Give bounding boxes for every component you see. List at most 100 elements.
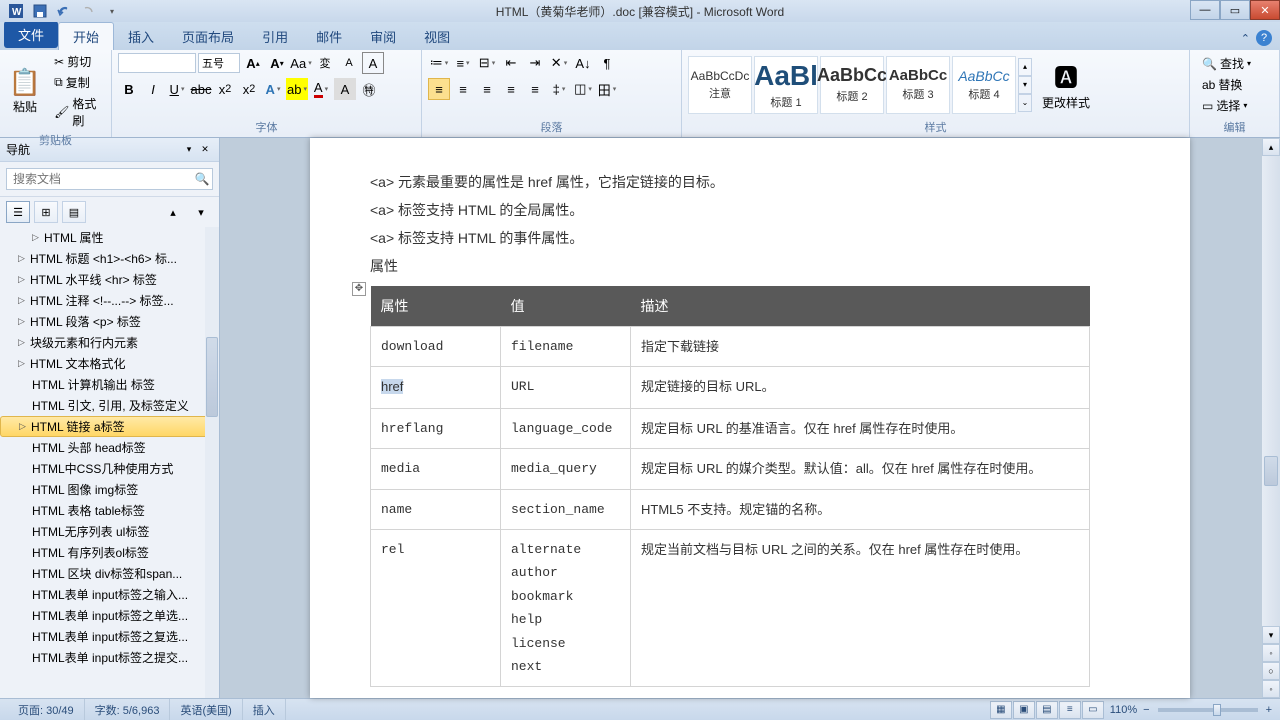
cut-button[interactable]: ✂剪切: [52, 52, 105, 71]
format-painter-button[interactable]: 🖌格式刷: [52, 94, 105, 130]
zoom-out-button[interactable]: −: [1143, 704, 1149, 716]
nav-item[interactable]: HTML 引文, 引用, 及标签定义: [0, 395, 219, 416]
font-color-button[interactable]: A: [310, 78, 332, 100]
style-item-3[interactable]: AaBbCc标题 3: [886, 56, 950, 114]
align-left-button[interactable]: ≡: [428, 78, 450, 100]
nav-item[interactable]: HTML表单 input标签之提交...: [0, 647, 219, 668]
status-words[interactable]: 字数: 5/6,963: [85, 699, 171, 720]
doc-scroll-thumb[interactable]: [1264, 456, 1278, 486]
tab-review[interactable]: 审阅: [356, 23, 410, 50]
minimize-ribbon-icon[interactable]: ⌃: [1241, 32, 1250, 45]
zoom-slider[interactable]: [1158, 708, 1258, 712]
minimize-button[interactable]: —: [1190, 0, 1220, 20]
clear-format-button[interactable]: A: [338, 52, 360, 74]
tab-file[interactable]: 文件: [4, 21, 58, 48]
nav-tab-pages[interactable]: ⊞: [34, 201, 58, 223]
change-case-button[interactable]: Aa: [290, 52, 312, 74]
nav-item[interactable]: ▷HTML 水平线 <hr> 标签: [0, 269, 219, 290]
find-button[interactable]: 🔍查找▾: [1200, 54, 1253, 73]
status-mode[interactable]: 插入: [243, 699, 286, 720]
nav-next-icon[interactable]: ▾: [189, 201, 213, 223]
text-direction-button[interactable]: ✕: [548, 52, 570, 74]
nav-item[interactable]: ▷HTML 文本格式化: [0, 353, 219, 374]
view-print-layout[interactable]: ▦: [990, 701, 1012, 719]
view-full-reading[interactable]: ▣: [1013, 701, 1035, 719]
show-marks-button[interactable]: ¶: [596, 52, 618, 74]
next-page-icon[interactable]: ◦: [1262, 680, 1280, 698]
search-icon[interactable]: 🔍: [192, 172, 212, 186]
superscript-button[interactable]: x2: [238, 78, 260, 100]
enclosed-char-button[interactable]: ㊕: [358, 78, 380, 100]
font-size-combo[interactable]: [198, 53, 240, 73]
change-styles-button[interactable]: 🅰 更改样式: [1042, 58, 1090, 111]
nav-item[interactable]: HTML表单 input标签之单选...: [0, 605, 219, 626]
decrease-indent-button[interactable]: ⇤: [500, 52, 522, 74]
replace-button[interactable]: ab替换: [1200, 75, 1253, 94]
close-button[interactable]: ✕: [1250, 0, 1280, 20]
shrink-font-button[interactable]: A▾: [266, 52, 288, 74]
style-item-2[interactable]: AaBbCc标题 2: [820, 56, 884, 114]
bold-button[interactable]: B: [118, 78, 140, 100]
char-shading-button[interactable]: A: [334, 78, 356, 100]
status-page[interactable]: 页面: 30/49: [8, 699, 85, 720]
nav-item[interactable]: ▷HTML 属性: [0, 227, 219, 248]
shading-button[interactable]: ◫: [572, 78, 594, 100]
nav-item[interactable]: HTML 有序列表ol标签: [0, 542, 219, 563]
copy-button[interactable]: ⧉复制: [52, 73, 105, 92]
nav-item[interactable]: HTML无序列表 ul标签: [0, 521, 219, 542]
italic-button[interactable]: I: [142, 78, 164, 100]
nav-item[interactable]: HTML表单 input标签之复选...: [0, 626, 219, 647]
status-language[interactable]: 英语(美国): [170, 699, 242, 720]
nav-tab-headings[interactable]: ☰: [6, 201, 30, 223]
nav-item[interactable]: HTML表单 input标签之输入...: [0, 584, 219, 605]
zoom-level[interactable]: 110%: [1110, 704, 1137, 716]
nav-search-input[interactable]: [7, 172, 192, 186]
sort-button[interactable]: A↓: [572, 52, 594, 74]
gallery-more-icon[interactable]: ⌄: [1018, 94, 1032, 112]
zoom-in-button[interactable]: +: [1266, 704, 1272, 716]
style-gallery[interactable]: AaBbCcDc注意 AaBl标题 1 AaBbCc标题 2 AaBbCc标题 …: [688, 56, 1032, 114]
nav-item[interactable]: HTML 计算机输出 标签: [0, 374, 219, 395]
highlight-button[interactable]: ab: [286, 78, 308, 100]
align-right-button[interactable]: ≡: [476, 78, 498, 100]
nav-scroll-thumb[interactable]: [206, 337, 218, 417]
gallery-up-icon[interactable]: ▴: [1018, 58, 1032, 76]
numbering-button[interactable]: ≡: [452, 52, 474, 74]
redo-icon[interactable]: [78, 2, 98, 20]
page[interactable]: <a> 元素最重要的属性是 href 属性，它指定链接的目标。 <a> 标签支持…: [310, 138, 1190, 698]
nav-search-box[interactable]: 🔍: [6, 168, 213, 190]
scroll-down-icon[interactable]: ▾: [1262, 626, 1280, 644]
prev-page-icon[interactable]: ◦: [1262, 644, 1280, 662]
tab-view[interactable]: 视图: [410, 23, 464, 50]
font-name-combo[interactable]: [118, 53, 196, 73]
align-center-button[interactable]: ≡: [452, 78, 474, 100]
tab-home[interactable]: 开始: [58, 22, 114, 50]
nav-item[interactable]: HTML 头部 head标签: [0, 437, 219, 458]
nav-item[interactable]: ▷HTML 标题 <h1>-<h6> 标...: [0, 248, 219, 269]
style-item-0[interactable]: AaBbCcDc注意: [688, 56, 752, 114]
text-effects-button[interactable]: A: [262, 78, 284, 100]
line-spacing-button[interactable]: ‡: [548, 78, 570, 100]
char-border-button[interactable]: A: [362, 52, 384, 74]
distributed-button[interactable]: ≡: [524, 78, 546, 100]
view-web-layout[interactable]: ▤: [1036, 701, 1058, 719]
table-move-handle[interactable]: ✥: [352, 282, 366, 296]
maximize-button[interactable]: ▭: [1220, 0, 1250, 20]
nav-item[interactable]: HTML 表格 table标签: [0, 500, 219, 521]
nav-prev-icon[interactable]: ▴: [161, 201, 185, 223]
tab-mail[interactable]: 邮件: [302, 23, 356, 50]
increase-indent-button[interactable]: ⇥: [524, 52, 546, 74]
strikethrough-button[interactable]: abc: [190, 78, 212, 100]
paste-button[interactable]: 📋 粘贴: [6, 67, 44, 115]
nav-item[interactable]: ▷块级元素和行内元素: [0, 332, 219, 353]
style-item-4[interactable]: AaBbCc标题 4: [952, 56, 1016, 114]
justify-button[interactable]: ≡: [500, 78, 522, 100]
view-outline[interactable]: ≡: [1059, 701, 1081, 719]
nav-item[interactable]: ▷HTML 段落 <p> 标签: [0, 311, 219, 332]
undo-icon[interactable]: [54, 2, 74, 20]
view-draft[interactable]: ▭: [1082, 701, 1104, 719]
bullets-button[interactable]: ≔: [428, 52, 450, 74]
nav-item[interactable]: ▷HTML 注释 <!--...--> 标签...: [0, 290, 219, 311]
nav-scrollbar[interactable]: [205, 227, 219, 698]
tab-references[interactable]: 引用: [248, 23, 302, 50]
